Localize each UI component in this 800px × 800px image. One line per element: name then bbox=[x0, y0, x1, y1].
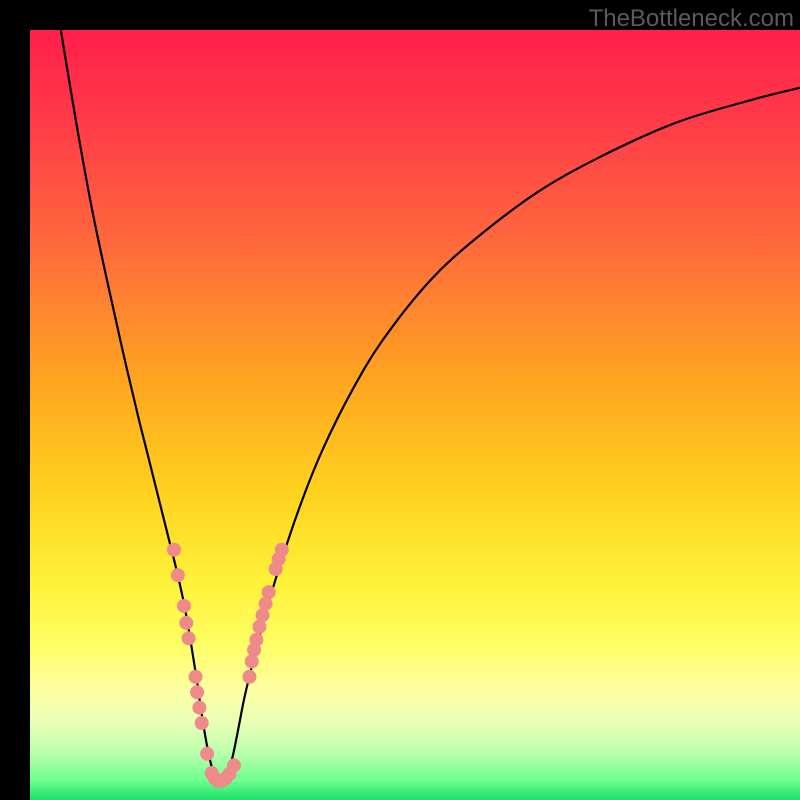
highlight-point bbox=[189, 670, 203, 684]
highlight-point bbox=[249, 633, 263, 647]
highlight-point bbox=[167, 543, 181, 557]
highlight-point bbox=[195, 716, 209, 730]
highlight-point bbox=[242, 670, 256, 684]
plot-area bbox=[30, 30, 800, 800]
highlight-point bbox=[200, 747, 214, 761]
chart-frame: TheBottleneck.com bbox=[0, 0, 800, 800]
highlight-point bbox=[245, 654, 259, 668]
highlight-point bbox=[179, 616, 193, 630]
highlight-point bbox=[182, 631, 196, 645]
watermark-text: TheBottleneck.com bbox=[589, 5, 794, 33]
highlight-point bbox=[262, 585, 276, 599]
highlight-point bbox=[171, 568, 185, 582]
highlight-point bbox=[227, 758, 241, 772]
highlight-point bbox=[177, 599, 191, 613]
bottleneck-curve bbox=[61, 30, 800, 785]
highlight-point bbox=[192, 701, 206, 715]
highlighted-points-group bbox=[167, 543, 289, 788]
highlight-point bbox=[275, 543, 289, 557]
curve-layer bbox=[30, 30, 800, 800]
highlight-point bbox=[190, 685, 204, 699]
